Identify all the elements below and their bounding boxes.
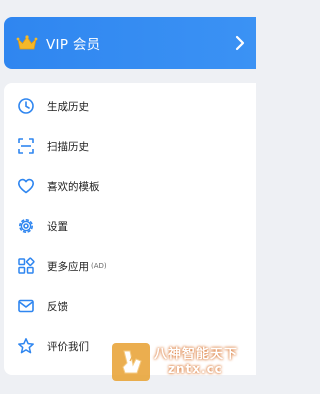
menu-item-label: 设置 [47, 220, 68, 233]
menu-item-label: 评价我们 [47, 340, 89, 353]
clock-icon [17, 97, 35, 115]
menu-item-favorite-templates[interactable]: 喜欢的模板 [4, 166, 256, 206]
menu-item-settings[interactable]: 设置 [4, 206, 256, 246]
menu-item-label: 扫描历史 [47, 140, 89, 153]
star-icon [17, 337, 35, 355]
mail-icon [17, 297, 35, 315]
watermark: 八神智能天下 zntx.cc [112, 342, 246, 382]
watermark-title: 八神智能天下 [154, 346, 239, 362]
crown-icon [16, 34, 38, 52]
watermark-logo-icon [112, 343, 150, 381]
vip-label: VIP 会员 [46, 37, 101, 53]
ad-badge: (AD) [91, 262, 107, 270]
menu-item-feedback[interactable]: 反馈 [4, 286, 256, 326]
vip-banner[interactable]: VIP 会员 [4, 17, 256, 69]
chevron-right-icon [234, 35, 246, 51]
menu-item-label: 喜欢的模板 [47, 180, 100, 193]
menu-item-generate-history[interactable]: 生成历史 [4, 86, 256, 126]
scan-icon [17, 137, 35, 155]
heart-icon [17, 177, 35, 195]
watermark-domain: zntx.cc [168, 361, 223, 376]
menu-item-more-apps[interactable]: 更多应用 (AD) [4, 246, 256, 286]
apps-icon [17, 257, 35, 275]
menu-card: 生成历史 扫描历史 喜欢的模板 设置 更多应用 (AD) 反馈 评价我们 [4, 83, 256, 375]
menu-item-label: 更多应用 [47, 260, 89, 273]
side-menu-page: VIP 会员 生成历史 扫描历史 喜欢的模板 设置 更多应用 (AD) 反馈 评… [0, 0, 256, 394]
menu-item-label: 生成历史 [47, 100, 89, 113]
gear-icon [17, 217, 35, 235]
menu-item-label: 反馈 [47, 300, 68, 313]
menu-item-scan-history[interactable]: 扫描历史 [4, 126, 256, 166]
